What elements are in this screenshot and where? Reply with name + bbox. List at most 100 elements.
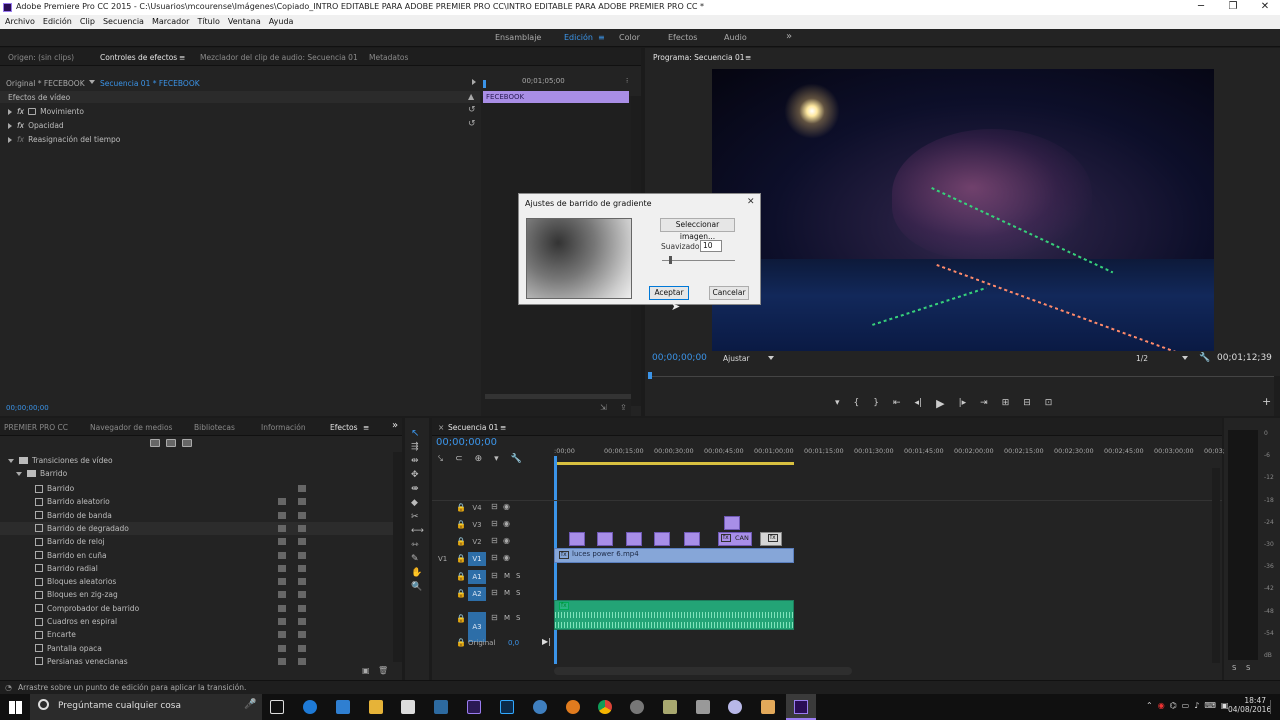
fx-icon[interactable]: fx	[17, 121, 24, 130]
master-volume-value[interactable]: 0,0	[508, 639, 519, 647]
audio-clip-a3[interactable]: fx	[554, 600, 794, 630]
fx-icon[interactable]: fx	[17, 107, 24, 116]
transition-item[interactable]: Encarte	[0, 628, 393, 641]
tab-sequence[interactable]: Secuencia 01	[448, 423, 498, 432]
program-playhead[interactable]	[648, 372, 652, 379]
globe-icon[interactable]	[533, 700, 547, 714]
video-clip-v1[interactable]: fx luces power 6.mp4	[554, 548, 794, 563]
workspace-edicion[interactable]: Edición	[564, 33, 593, 42]
menu-ventana[interactable]: Ventana	[228, 15, 261, 29]
tab-info[interactable]: Información	[261, 423, 306, 432]
export-icon[interactable]: ⇲	[600, 403, 607, 412]
antivirus-icon[interactable]: ◉	[1158, 701, 1165, 710]
mute-button[interactable]: M	[504, 589, 510, 597]
app-icon[interactable]	[728, 700, 742, 714]
transition-item[interactable]: Barrido de reloj	[0, 535, 393, 548]
eye-icon[interactable]: ◉	[503, 502, 510, 511]
source-patch[interactable]: V1	[438, 555, 447, 563]
show-desktop-button[interactable]	[1270, 700, 1278, 714]
track-label[interactable]: A1	[468, 570, 486, 584]
effect-row-opacity[interactable]: fx Opacidad	[8, 121, 64, 130]
media-player-icon[interactable]	[761, 700, 775, 714]
export-frame-icon[interactable]: ⊡	[1045, 398, 1053, 408]
nest-icon[interactable]: ⤥	[438, 454, 443, 464]
collapse-arrow-icon[interactable]: ▲	[468, 92, 474, 101]
solo-right-button[interactable]: S	[1246, 664, 1250, 672]
lock-track-icon[interactable]: 🔒	[456, 572, 466, 581]
edge-icon[interactable]	[303, 700, 317, 714]
video-clip-v2[interactable]	[569, 532, 585, 546]
video-preview[interactable]	[712, 69, 1214, 351]
photoshop-icon[interactable]	[500, 700, 514, 714]
program-title[interactable]: Programa: Secuencia 01	[653, 53, 745, 62]
keyboard-icon[interactable]: ⌨	[1204, 701, 1216, 710]
microphone-icon[interactable]: 🎤	[244, 699, 256, 710]
mute-button[interactable]: M	[504, 572, 510, 580]
eye-icon[interactable]: ◉	[503, 553, 510, 562]
chevron-down-icon[interactable]	[1182, 356, 1188, 360]
menu-marcador[interactable]: Marcador	[152, 15, 189, 29]
effect-row-time-remap[interactable]: fx Reasignación del tiempo	[8, 135, 120, 144]
dialog-close-icon[interactable]: ✕	[747, 197, 755, 207]
go-to-end-icon[interactable]: ▶|	[542, 637, 551, 646]
tab-libraries[interactable]: Bibliotecas	[194, 423, 235, 432]
transform-icon[interactable]	[28, 108, 37, 115]
slip-tool-icon[interactable]: ⟷	[411, 526, 424, 536]
selection-tool-icon[interactable]: ↖	[411, 428, 419, 439]
lock-track-icon[interactable]: 🔒	[456, 554, 466, 563]
video-clip-v2[interactable]	[654, 532, 670, 546]
sync-lock-icon[interactable]: ⊟	[491, 571, 498, 580]
store-icon[interactable]	[401, 700, 415, 714]
mute-button[interactable]: M	[504, 614, 510, 622]
solo-left-button[interactable]: S	[1232, 664, 1236, 672]
add-button-icon[interactable]: +	[1262, 395, 1271, 408]
play-icon[interactable]: ▶	[936, 397, 944, 410]
sync-lock-icon[interactable]: ⊟	[491, 588, 498, 597]
new-folder-icon[interactable]: ▣	[362, 666, 370, 675]
lock-track-icon[interactable]: 🔒	[456, 520, 466, 529]
tab-metadata[interactable]: Metadatos	[369, 53, 408, 62]
share-icon[interactable]: ⇪	[620, 403, 627, 412]
workspace-audio[interactable]: Audio	[724, 33, 747, 42]
vlc-icon[interactable]	[566, 700, 580, 714]
workspace-color[interactable]: Color	[619, 33, 640, 42]
network-icon[interactable]: ⌬	[1170, 701, 1177, 710]
work-area-bar[interactable]	[554, 462, 794, 465]
video-clip-v2[interactable]	[597, 532, 613, 546]
timeline-timecode[interactable]: 00;00;00;00	[436, 437, 497, 448]
tab-project[interactable]: PREMIER PRO CC	[4, 423, 68, 432]
search-box[interactable]: Pregúntame cualquier cosa 🎤	[30, 694, 262, 720]
tab-menu-icon[interactable]: ≡	[500, 423, 506, 432]
track-label[interactable]: V1	[468, 552, 486, 566]
razor-tool-icon[interactable]: ✂	[411, 512, 419, 522]
delete-icon[interactable]: 🗑	[378, 666, 388, 675]
sync-lock-icon[interactable]: ⊟	[491, 553, 498, 562]
transition-item[interactable]: Barrido de degradado	[0, 521, 393, 535]
tree-folder-barrido[interactable]: Barrido	[16, 469, 67, 478]
transition-item[interactable]: Bloques aleatorios	[0, 575, 393, 588]
tab-source[interactable]: Origen: (sin clips)	[8, 53, 74, 62]
snap-icon[interactable]: ⊂	[455, 454, 463, 464]
chrome-icon[interactable]	[598, 700, 612, 714]
minimize-button[interactable]: ─	[1184, 0, 1218, 15]
transition-item[interactable]: Barrido aleatorio	[0, 495, 393, 508]
video-clip-v3[interactable]	[724, 516, 740, 530]
video-clip-can[interactable]: fx CAN	[718, 532, 752, 546]
transition-item[interactable]: Persianas venecianas	[0, 655, 393, 668]
slide-tool-icon[interactable]: ⇿	[411, 540, 419, 550]
select-image-button[interactable]: Seleccionar imagen...	[660, 218, 735, 241]
go-to-out-icon[interactable]: ⇥	[980, 398, 988, 408]
maximize-button[interactable]: ❐	[1216, 0, 1250, 15]
playhead-icon[interactable]	[483, 80, 486, 88]
workspace-efectos[interactable]: Efectos	[668, 33, 697, 42]
wrench-icon[interactable]: 🔧	[1199, 353, 1210, 363]
app-icon[interactable]	[630, 700, 644, 714]
chevron-down-icon[interactable]	[768, 356, 774, 360]
close-sequence-icon[interactable]: ×	[438, 423, 444, 432]
solo-button[interactable]: S	[516, 614, 520, 622]
expand-arrow-icon[interactable]	[8, 122, 12, 129]
rate-stretch-tool-icon[interactable]: ⇼	[411, 484, 419, 494]
lock-track-icon[interactable]: 🔒	[456, 537, 466, 546]
resolution-dropdown[interactable]: 1/2	[1136, 354, 1148, 363]
after-effects-icon[interactable]	[467, 700, 481, 714]
